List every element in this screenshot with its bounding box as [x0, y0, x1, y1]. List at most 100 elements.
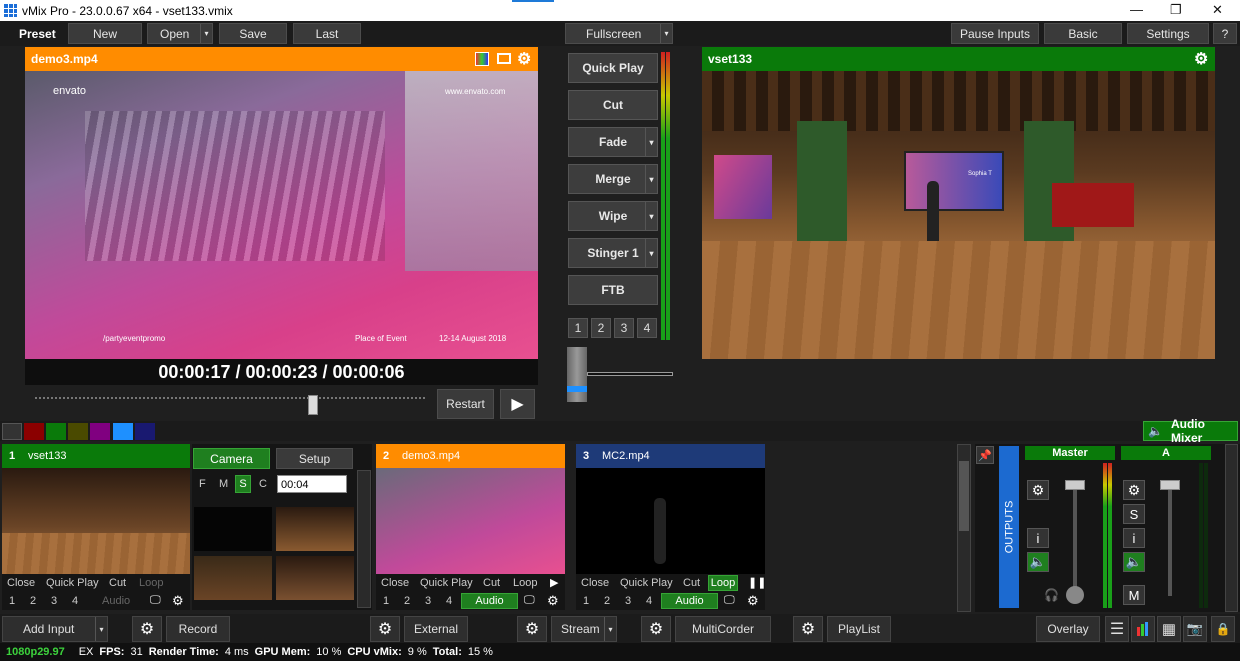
outputs-button[interactable]: OUTPUTS [999, 446, 1019, 608]
setup-button[interactable]: Setup [276, 448, 353, 469]
output-video[interactable]: Sophia T [702, 71, 1215, 359]
overlay-button[interactable]: Overlay [1036, 616, 1100, 642]
color-tab-green[interactable] [46, 423, 66, 440]
loop-button-2[interactable]: Loop [513, 577, 537, 589]
quick-play-button-3[interactable]: Quick Play [620, 577, 673, 589]
input2-number-3[interactable]: 3 [425, 595, 431, 607]
t-bar-handle[interactable] [567, 386, 587, 393]
snapshot-icon[interactable]: 📷 [1183, 616, 1207, 642]
input3-number-2[interactable]: 2 [604, 595, 610, 607]
bus-a-fader-track[interactable] [1168, 486, 1172, 596]
cut-button-3[interactable]: Cut [683, 577, 700, 589]
loop-button-1[interactable]: Loop [139, 577, 163, 589]
t-bar-track[interactable] [567, 347, 587, 402]
close-button-1[interactable]: Close [7, 577, 35, 589]
color-tab-blue[interactable] [113, 423, 133, 440]
play-icon-2[interactable]: ▶ [550, 576, 558, 589]
help-button[interactable]: ? [1213, 23, 1237, 44]
input-panel-1[interactable]: 1 vset133 Close Quick Play Cut Loop 1 2 … [2, 444, 190, 610]
quick-play-button-2[interactable]: Quick Play [420, 577, 473, 589]
cam-preset-1[interactable] [194, 507, 272, 551]
gear-icon-3[interactable]: ⚙ [747, 593, 759, 609]
wipe-button[interactable]: Wipe ▾ [568, 201, 658, 231]
playlist-button[interactable]: PlayList [827, 616, 891, 642]
close-button-2[interactable]: Close [381, 577, 409, 589]
restore-button[interactable]: ❐ [1170, 2, 1182, 18]
color-tab-navy[interactable] [135, 423, 155, 440]
save-button[interactable]: Save [219, 23, 287, 44]
color-tab-red[interactable] [24, 423, 44, 440]
monitor-icon-1[interactable]: 🖵 [150, 594, 161, 607]
output-gear-icon[interactable]: ⚙ [1194, 49, 1208, 69]
input-thumbnail-1[interactable] [2, 468, 190, 574]
input-thumbnail-3[interactable] [576, 468, 765, 574]
cam-c-button[interactable]: C [259, 478, 267, 490]
external-gear-icon[interactable]: ⚙ [370, 616, 400, 642]
input-header-1[interactable]: 1 vset133 [2, 444, 190, 468]
audio-button-1[interactable]: Audio [102, 595, 130, 607]
restart-button[interactable]: Restart [437, 389, 494, 419]
input-thumbnail-2[interactable] [376, 468, 565, 574]
fullscreen-dropdown-icon[interactable]: ▾ [660, 24, 672, 43]
master-speaker-icon[interactable]: 🔈 [1027, 552, 1049, 572]
input2-number-4[interactable]: 4 [446, 595, 452, 607]
cut-button-2[interactable]: Cut [483, 577, 500, 589]
settings-button[interactable]: Settings [1127, 23, 1209, 44]
new-button[interactable]: New [68, 23, 142, 44]
multicorder-button[interactable]: MultiCorder [675, 616, 771, 642]
ftb-button[interactable]: FTB [568, 275, 658, 305]
pin-icon[interactable]: 📌 [976, 446, 994, 464]
input1-number-2[interactable]: 2 [30, 595, 36, 607]
cut-button-1[interactable]: Cut [109, 577, 126, 589]
bus-a-solo-button[interactable]: S [1123, 504, 1145, 524]
cam-preset-3[interactable] [194, 556, 272, 600]
color-correction-icon[interactable] [475, 52, 489, 66]
merge-dropdown-icon[interactable]: ▾ [645, 165, 657, 193]
stinger-dropdown-icon[interactable]: ▾ [645, 239, 657, 267]
stream-gear-icon[interactable]: ⚙ [517, 616, 547, 642]
preview-gear-icon[interactable]: ⚙ [517, 49, 531, 69]
multicorder-gear-icon[interactable]: ⚙ [641, 616, 671, 642]
transition-number-3[interactable]: 3 [614, 318, 634, 338]
cam-m-button[interactable]: M [219, 478, 228, 490]
record-gear-icon[interactable]: ⚙ [132, 616, 162, 642]
bars-icon[interactable] [1131, 616, 1155, 642]
close-button-3[interactable]: Close [581, 577, 609, 589]
color-tab-purple[interactable] [90, 423, 110, 440]
bus-a-info-button[interactable]: i [1123, 528, 1145, 548]
fullscreen-button[interactable]: Fullscreen ▾ [565, 23, 673, 44]
pause-icon-3[interactable]: ❚❚ [748, 576, 766, 589]
bus-a-speaker-icon[interactable]: 🔈 [1123, 552, 1145, 572]
camera-scrollbar[interactable] [357, 470, 371, 608]
color-tab-olive[interactable] [68, 423, 88, 440]
stinger-button[interactable]: Stinger 1 ▾ [568, 238, 658, 268]
master-fader-track[interactable] [1073, 486, 1077, 596]
open-dropdown-icon[interactable]: ▾ [200, 24, 212, 43]
t-bar-rail[interactable] [587, 372, 673, 376]
cam-time-field[interactable]: 00:04 [277, 475, 347, 493]
add-input-dropdown-icon[interactable]: ▾ [95, 617, 107, 641]
transition-number-4[interactable]: 4 [637, 318, 657, 338]
input1-number-3[interactable]: 3 [51, 595, 57, 607]
master-info-button[interactable]: i [1027, 528, 1049, 548]
input3-number-3[interactable]: 3 [625, 595, 631, 607]
record-button[interactable]: Record [166, 616, 230, 642]
stream-button[interactable]: Stream ▾ [551, 616, 617, 642]
last-button[interactable]: Last [293, 23, 361, 44]
inputs-scroll-thumb[interactable] [959, 461, 969, 531]
pause-inputs-button[interactable]: Pause Inputs [951, 23, 1039, 44]
open-button[interactable]: Open ▾ [147, 23, 213, 44]
merge-button[interactable]: Merge ▾ [568, 164, 658, 194]
fade-dropdown-icon[interactable]: ▾ [645, 128, 657, 156]
input-panel-3[interactable]: 3 MC2.mp4 Close Quick Play Cut Loop ❚❚ 1… [576, 444, 766, 610]
input2-number-2[interactable]: 2 [404, 595, 410, 607]
cam-preset-2[interactable] [276, 507, 354, 551]
cut-button[interactable]: Cut [568, 90, 658, 120]
input3-number-1[interactable]: 1 [583, 595, 589, 607]
loop-button-3[interactable]: Loop [708, 575, 738, 591]
master-fader-handle[interactable] [1065, 480, 1085, 490]
fade-button[interactable]: Fade ▾ [568, 127, 658, 157]
bus-a-gear-icon[interactable]: ⚙ [1123, 480, 1145, 500]
inputs-scrollbar[interactable] [957, 444, 971, 612]
headphones-icon[interactable]: 🎧 [1044, 588, 1059, 602]
